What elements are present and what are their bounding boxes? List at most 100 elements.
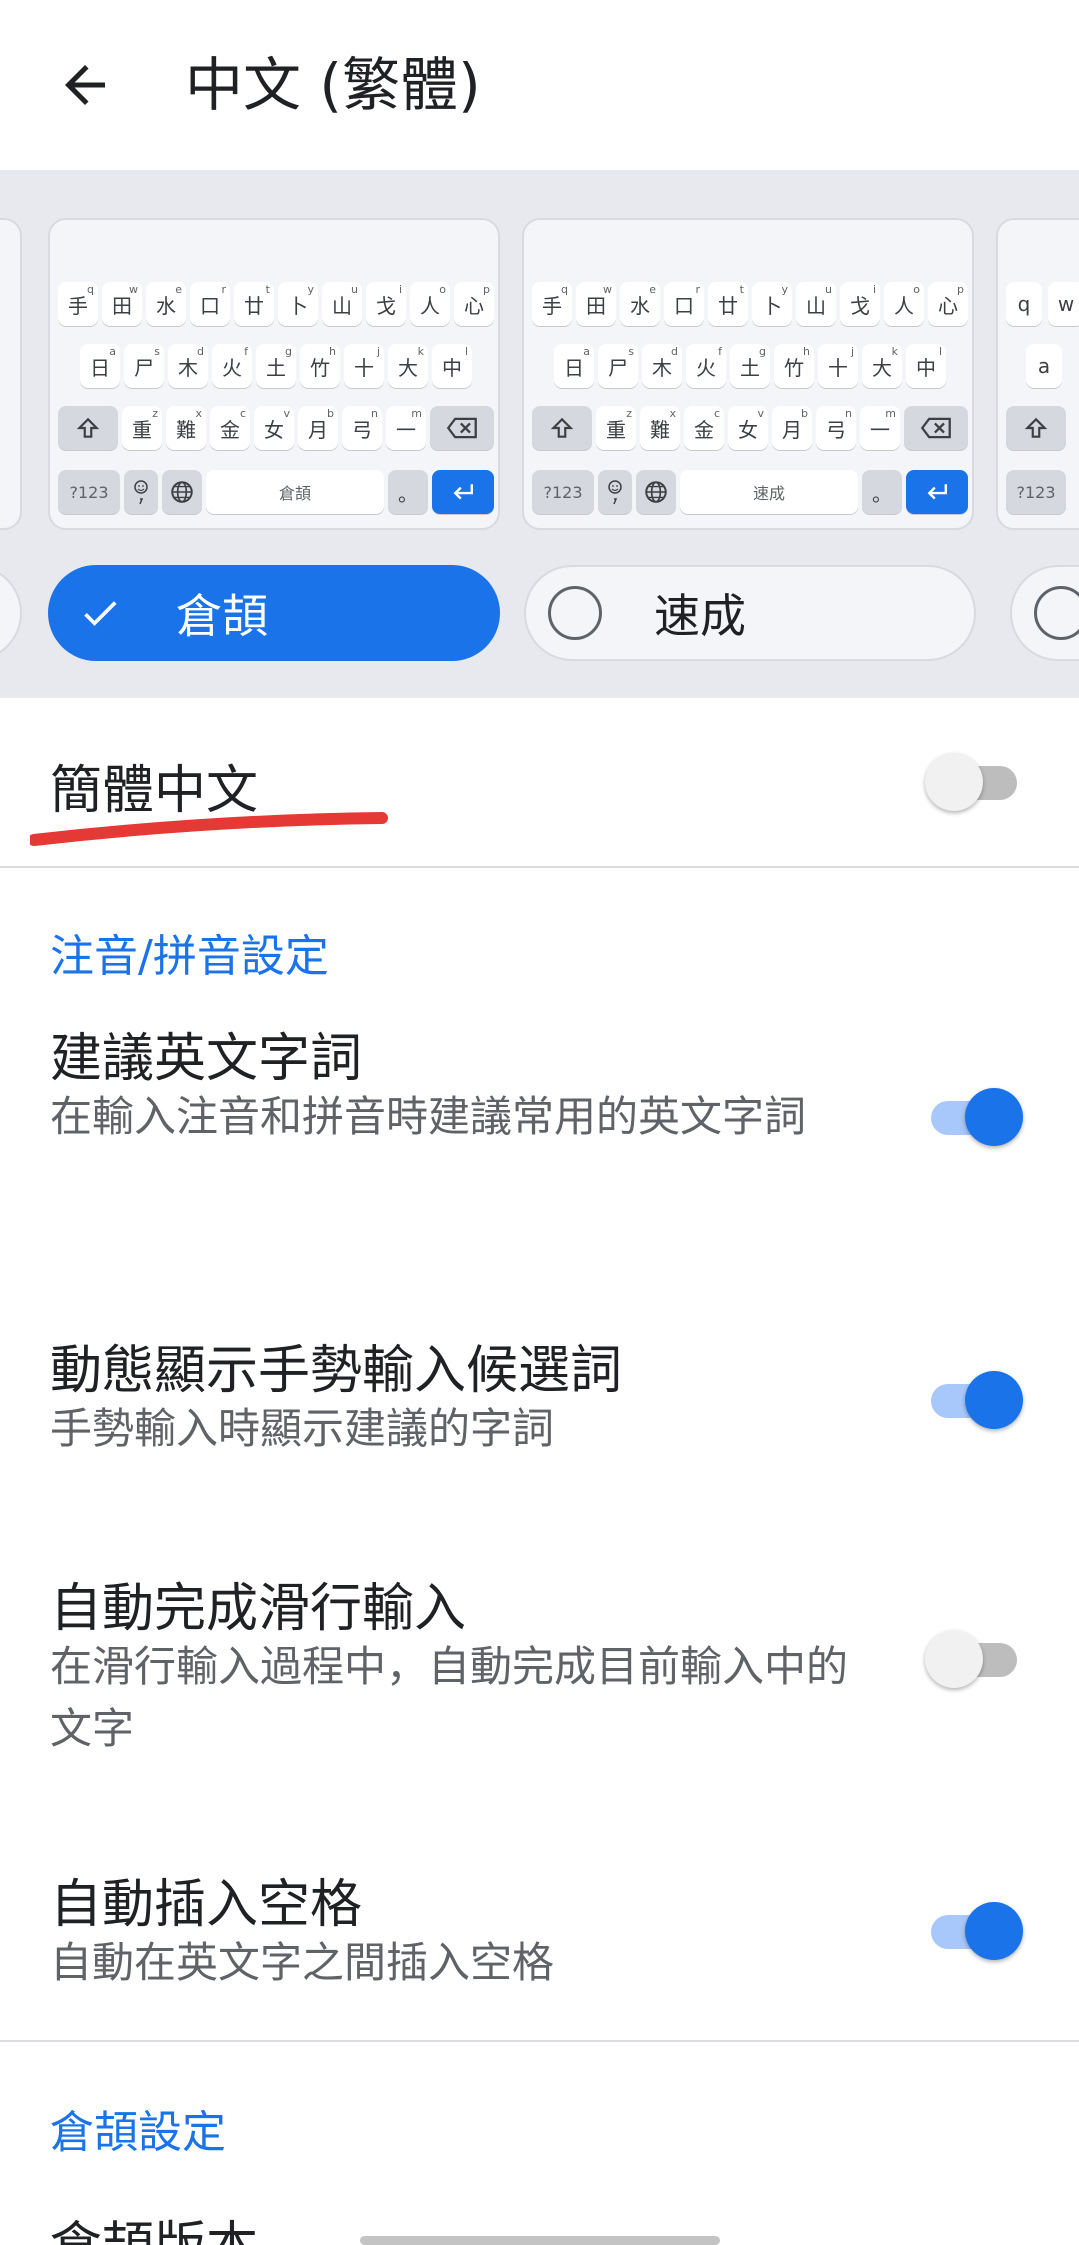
layout-preview-quick[interactable]: 手q田w水e口r廿t卜y山u戈i人o心p日a尸s木d火f土g竹h十j大k中l重z…: [522, 218, 974, 530]
key-hint: k: [417, 345, 424, 358]
keyboard-row: ?123 速成 。: [524, 470, 972, 514]
key-hint: h: [803, 345, 810, 358]
layout-chip-partial-left[interactable]: [0, 565, 22, 661]
layout-chip-cangjie[interactable]: 倉頡: [48, 565, 500, 661]
key: 卜y: [752, 282, 792, 326]
key-label: 尸: [134, 355, 154, 380]
auto-complete-swipe-switch[interactable]: [925, 1630, 1021, 1688]
key-label: 土: [266, 355, 286, 380]
page-title: 中文 (繁體): [185, 51, 481, 119]
key-label: 中: [442, 355, 462, 380]
globe-icon: [645, 481, 667, 503]
shift-icon: [76, 417, 100, 438]
backspace-icon: [446, 417, 477, 439]
key-label: 女: [738, 417, 758, 442]
setting-subtitle: 在輸入注音和拼音時建議常用的英文字詞: [50, 1092, 807, 1141]
key: 山u: [322, 282, 362, 326]
radio-unchecked-icon: [548, 586, 602, 640]
key-label: 弓: [352, 417, 372, 442]
key-hint: j: [376, 345, 380, 358]
key-label: 金: [694, 417, 714, 442]
key: 山u: [796, 282, 836, 326]
setting-auto-complete-swipe[interactable]: 自動完成滑行輸入 在滑行輸入過程中，自動完成目前輸入中的文字: [0, 1566, 1079, 1796]
key-hint: b: [801, 407, 808, 420]
setting-subtitle: 在滑行輸入過程中，自動完成目前輸入中的文字: [50, 1642, 849, 1753]
layout-chip-quick[interactable]: 速成: [524, 565, 976, 661]
keyboard-row: 重z難x金c女v月b弓n一m: [50, 406, 498, 450]
key: 一m: [860, 406, 900, 450]
key-hint: h: [329, 345, 336, 358]
key: 戈i: [840, 282, 880, 326]
setting-title: 自動插入空格: [50, 1875, 363, 1935]
suggest-english-switch[interactable]: [925, 1088, 1023, 1146]
layout-preview-partial-right[interactable]: q w a ?123: [996, 218, 1079, 530]
key-hint: w: [129, 283, 138, 296]
key-label: 日: [564, 355, 584, 380]
key-label: 手: [68, 293, 88, 318]
key-hint: k: [891, 345, 898, 358]
key-hint: u: [351, 283, 358, 296]
keyboard-row: q w: [998, 282, 1079, 326]
key: 火f: [686, 344, 726, 388]
setting-auto-space[interactable]: 自動插入空格 自動在英文字之間插入空格: [0, 1862, 1079, 2022]
gesture-bar: [360, 2236, 720, 2245]
setting-title: 動態顯示手勢輸入候選詞: [50, 1341, 623, 1401]
key: 日a: [80, 344, 120, 388]
key-label: 戈: [376, 293, 396, 318]
setting-gesture-candidates[interactable]: 動態顯示手勢輸入候選詞 手勢輸入時顯示建議的字詞: [0, 1328, 1079, 1488]
key-label: 山: [806, 293, 826, 318]
shift-key: [58, 406, 118, 450]
key: 大k: [388, 344, 428, 388]
symbols-key: ?123: [58, 470, 120, 514]
key-label: 重: [132, 417, 152, 442]
key-label: 廿: [718, 293, 738, 318]
enter-key: [432, 470, 494, 514]
key: 十j: [818, 344, 858, 388]
key-hint: t: [739, 283, 744, 296]
key-hint: f: [718, 345, 722, 358]
emoji-icon: [134, 480, 148, 505]
key-label: 木: [652, 355, 672, 380]
key-hint: i: [872, 283, 876, 296]
setting-suggest-english[interactable]: 建議英文字詞 在輸入注音和拼音時建議常用的英文字詞: [0, 1016, 1079, 1246]
key-hint: u: [825, 283, 832, 296]
key-hint: x: [669, 407, 676, 420]
gesture-candidates-switch[interactable]: [925, 1371, 1023, 1429]
key-label: 廿: [244, 293, 264, 318]
key: 手q: [58, 282, 98, 326]
auto-space-switch[interactable]: [925, 1902, 1023, 1960]
layout-chip-partial-right[interactable]: [1010, 565, 1079, 661]
section-header-zhuyin: 注音/拼音設定: [50, 931, 329, 982]
key-label: 日: [90, 355, 110, 380]
key: 弓n: [816, 406, 856, 450]
divider: [0, 866, 1079, 868]
key: 月b: [772, 406, 812, 450]
switch-thumb: [965, 1371, 1023, 1429]
arrow-back-icon: [65, 65, 105, 105]
layout-carousel[interactable]: 手q田w水e口r廿t卜y山u戈i人o心p日a尸s木d火f土g竹h十j大k中l重z…: [0, 170, 1079, 698]
key: w: [1048, 282, 1079, 326]
key-label: 竹: [310, 355, 330, 380]
key-label: 十: [828, 355, 848, 380]
key-hint: c: [239, 407, 246, 420]
key: q: [1006, 282, 1042, 326]
key-hint: o: [439, 283, 446, 296]
key-hint: g: [285, 345, 292, 358]
key: 難x: [640, 406, 680, 450]
layout-preview-cangjie[interactable]: 手q田w水e口r廿t卜y山u戈i人o心p日a尸s木d火f土g竹h十j大k中l重z…: [48, 218, 500, 530]
key: 戈i: [366, 282, 406, 326]
key-hint: m: [885, 407, 896, 420]
key-hint: c: [713, 407, 720, 420]
keyboard-row: 重z難x金c女v月b弓n一m: [524, 406, 972, 450]
key: 水e: [146, 282, 186, 326]
layout-preview-partial-left[interactable]: [0, 218, 22, 530]
back-button[interactable]: [40, 45, 130, 125]
key: 女v: [254, 406, 294, 450]
key: 弓n: [342, 406, 382, 450]
key-hint: a: [583, 345, 590, 358]
key: 卜y: [278, 282, 318, 326]
simplified-chinese-switch[interactable]: [925, 753, 1021, 811]
key-label: 十: [354, 355, 374, 380]
key-label: 難: [176, 417, 196, 442]
key-hint: b: [327, 407, 334, 420]
